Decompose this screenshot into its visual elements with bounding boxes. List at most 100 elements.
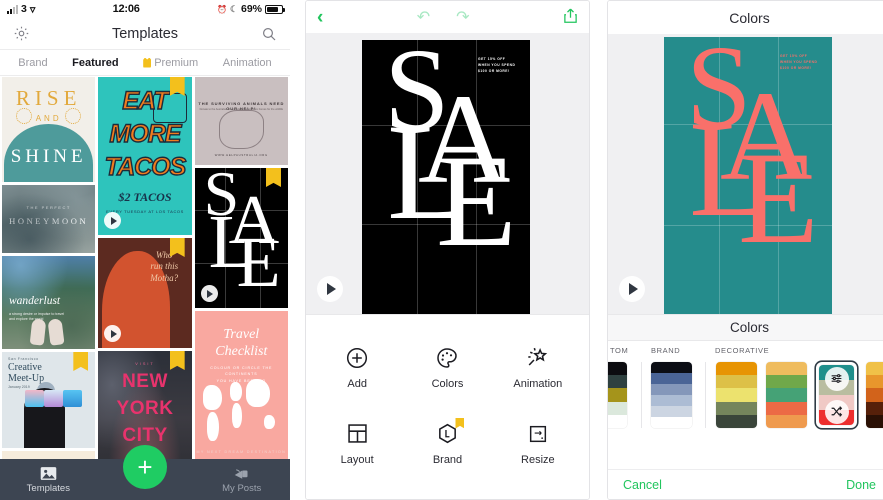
shuffle-icon[interactable] — [824, 399, 849, 424]
play-icon[interactable] — [200, 285, 218, 302]
battery-icon — [265, 4, 285, 14]
color-card — [25, 390, 45, 408]
tacos-word3: TACOS — [104, 152, 187, 181]
grid-layout-icon — [344, 421, 370, 447]
palette-swatch-row[interactable] — [608, 358, 883, 430]
tool-layout-label: Layout — [340, 453, 374, 466]
custom-palette-group — [608, 362, 627, 428]
play-icon[interactable] — [619, 276, 645, 302]
canvas-letter-e[interactable]: E — [436, 135, 517, 267]
canvas-promo-text[interactable]: GET 15% OFF WHEN YOU SPEND $100 OR MORE! — [478, 56, 524, 74]
category-tabs: Brand Featured Premium Animation — [0, 50, 290, 76]
template-grid[interactable]: RISE AND SHINE THE PERFECT HONEYMOON wan… — [0, 77, 290, 459]
colors-canvas-area: S A L E GET 15% OFF WHEN YOU SPEND $100 … — [608, 34, 883, 317]
map-landmass — [203, 385, 222, 411]
custom-palette[interactable] — [608, 362, 627, 428]
bottom-tab-bar: Templates My Posts + — [0, 445, 290, 500]
tab-featured-label: Featured — [72, 56, 119, 69]
template-card-honeymoon[interactable]: THE PERFECT HONEYMOON — [2, 185, 96, 253]
tab-featured[interactable]: Featured — [72, 57, 118, 69]
colors-header-title: Colors — [729, 9, 770, 26]
design-canvas-recolored[interactable]: S A L E GET 15% OFF WHEN YOU SPEND $100 … — [664, 37, 832, 317]
tool-resize-label: Resize — [521, 453, 555, 466]
search-icon[interactable] — [258, 23, 280, 45]
tool-colors-label: Colors — [431, 377, 464, 390]
done-button[interactable]: Done — [846, 478, 876, 492]
magic-wand-icon — [525, 345, 551, 371]
template-card-sale[interactable]: S A L E — [194, 168, 288, 308]
hair-quote-3: Motha? — [150, 272, 179, 283]
template-card-meetup[interactable]: San Francisco Creative Meet-Up January 2… — [2, 352, 96, 448]
colors-screen: Colors S A L E GET 15% OFF WHEN YOU SPEN… — [607, 0, 883, 500]
undo-icon[interactable]: ↶ — [417, 7, 430, 27]
template-card-wanderlust[interactable]: wanderlust a strong desire or impulse to… — [2, 256, 96, 349]
section-label-decorative: DECORATIVE — [715, 346, 770, 355]
canvas-promo-text[interactable]: GET 15% OFF WHEN YOU SPEND $100 OR MORE! — [780, 53, 826, 71]
tab-premium[interactable]: Premium — [143, 57, 198, 69]
map-landmass — [206, 411, 219, 442]
megaphone-icon — [234, 468, 248, 479]
template-card-newyork[interactable]: VISIT NEW YORK CITY — [98, 351, 192, 459]
promo-line2: WHEN YOU SPEND — [780, 60, 818, 65]
status-left: 3 ▿ — [7, 3, 35, 16]
section-label-brand: BRAND — [651, 346, 681, 355]
honeymoon-kicker: THE PERFECT — [26, 205, 71, 211]
tab-myposts[interactable]: My Posts — [193, 466, 290, 494]
gear-icon[interactable] — [10, 23, 32, 45]
map-landmass — [231, 402, 243, 428]
create-button[interactable]: + — [123, 445, 167, 489]
tool-colors[interactable]: Colors — [402, 329, 492, 405]
rise-line2: AND — [35, 114, 62, 123]
template-card-tacos[interactable]: EAT MORE TACOS $2 TACOS EVERY TUESDAY AT… — [98, 77, 192, 235]
divider — [705, 362, 706, 428]
screenshot-stage: 3 ▿ 12:06 ⏰ ☾ 69% Templates Brand Featur… — [0, 0, 883, 500]
template-card-travel[interactable]: Travel Checklist COLOUR OR CIRCLE THE CO… — [194, 311, 288, 459]
divider — [641, 362, 642, 428]
tab-animation[interactable]: Animation — [223, 57, 272, 69]
color-card — [43, 390, 63, 408]
page-title: Templates — [111, 25, 179, 42]
sliders-icon[interactable] — [824, 366, 849, 391]
alarm-icon: ⏰ — [216, 4, 227, 14]
promo-line2: WHEN YOU SPEND — [478, 63, 516, 68]
grid-column-1: RISE AND SHINE THE PERFECT HONEYMOON wan… — [2, 77, 96, 459]
editor-toolbar: Add Colors Animation Layout Brand Resize — [306, 314, 589, 499]
status-right: ⏰ ☾ 69% — [216, 3, 285, 15]
travel-sub-line1: COLOUR OR CIRCLE THE CONTINENTS — [210, 366, 273, 377]
carrier-label: 3 — [21, 3, 27, 15]
travel-dest: MY NEXT DREAM DESTINATION — [196, 450, 287, 454]
editor-topbar: ‹ ↶ ↷ — [306, 1, 589, 33]
decorative-palette-3-selected[interactable] — [816, 362, 857, 428]
tab-animation-label: Animation — [222, 56, 272, 69]
editor-screen: ‹ ↶ ↷ S A L E GET 15% OFF WHEN YOU SPEND… — [305, 0, 590, 500]
cancel-button[interactable]: Cancel — [623, 478, 662, 492]
grid-column-3: THE SURVIVING ANIMALS NEED OUR HELP! Don… — [194, 77, 288, 459]
redo-icon[interactable]: ↷ — [456, 7, 469, 27]
tacos-word2: MORE — [109, 119, 182, 148]
tab-brand[interactable]: Brand — [18, 57, 47, 69]
template-card-rise[interactable]: RISE AND SHINE — [2, 77, 96, 182]
template-card-cream[interactable] — [2, 451, 96, 459]
template-card-australia[interactable]: THE SURVIVING ANIMALS NEED OUR HELP! Don… — [194, 77, 288, 165]
decorative-palette-1[interactable] — [716, 362, 757, 428]
tool-resize[interactable]: Resize — [493, 405, 583, 481]
australia-footer: WWW.HELPAUSTRALIA.ORG — [214, 153, 268, 157]
tool-brand[interactable]: Brand — [402, 405, 492, 481]
play-icon[interactable] — [104, 212, 122, 229]
rise-line3: SHINE — [10, 146, 87, 167]
brand-hexagon-icon — [434, 417, 465, 447]
play-icon[interactable] — [317, 276, 343, 302]
crown-badge-icon — [73, 352, 89, 371]
tool-layout[interactable]: Layout — [312, 405, 402, 481]
template-card-hair[interactable]: Who run this Motha? — [98, 238, 192, 348]
tool-animation[interactable]: Animation — [493, 329, 583, 405]
tab-templates[interactable]: Templates — [0, 466, 97, 494]
share-icon[interactable] — [563, 7, 578, 28]
tool-add[interactable]: Add — [312, 329, 402, 405]
design-canvas[interactable]: S A L E GET 15% OFF WHEN YOU SPEND $100 … — [362, 40, 530, 315]
brand-palette[interactable] — [651, 362, 692, 428]
decorative-palette-4[interactable] — [866, 362, 883, 428]
decorative-palette-2[interactable] — [766, 362, 807, 428]
canvas-letter-e[interactable]: E — [738, 132, 819, 264]
color-card — [62, 390, 82, 408]
